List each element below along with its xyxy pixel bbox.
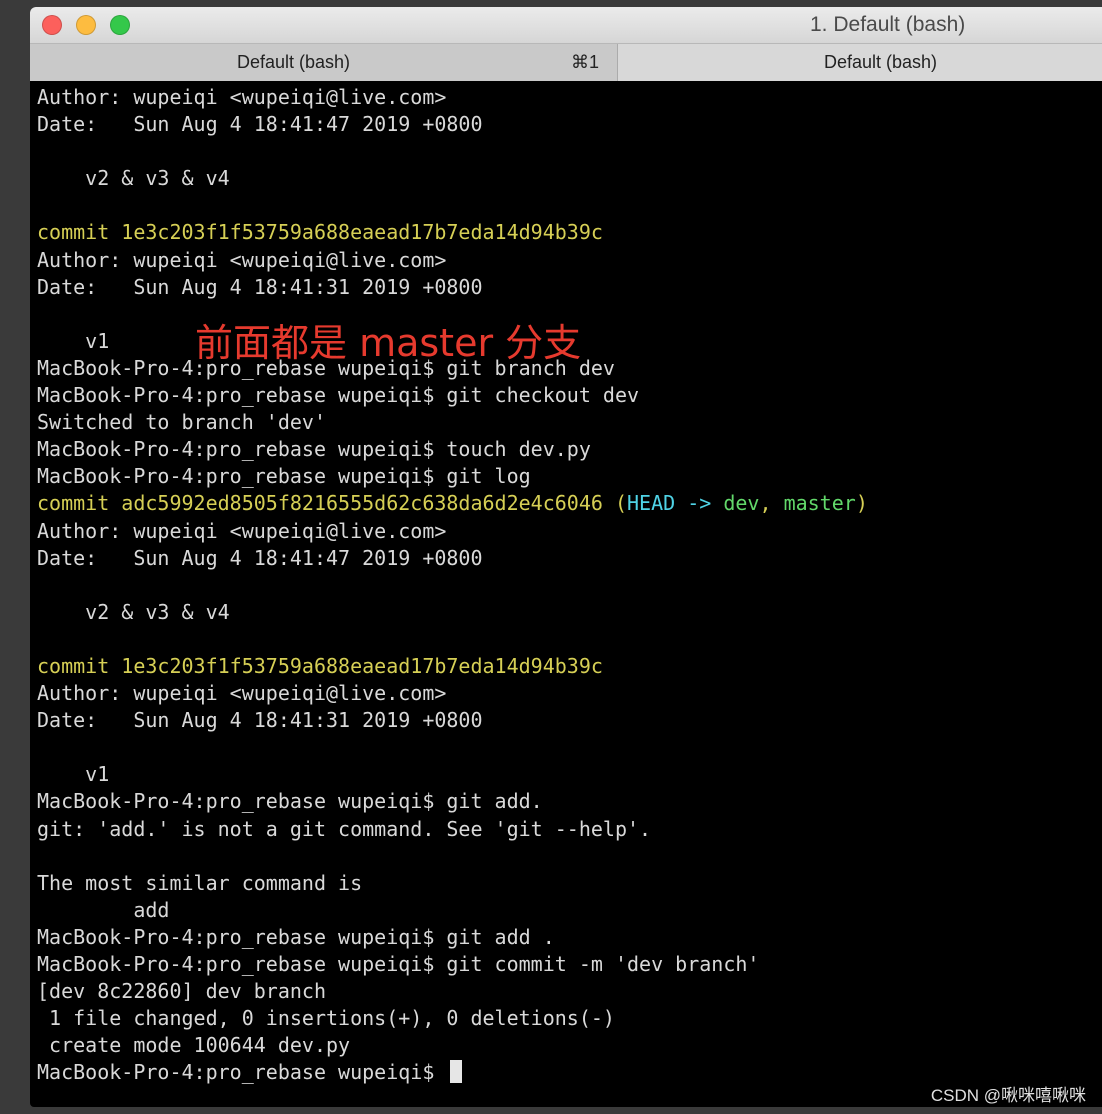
terminal-line: MacBook-Pro-4:pro_rebase wupeiqi$ git co…: [37, 951, 1097, 978]
terminal-line-text: v1: [37, 762, 110, 787]
terminal-line-text: Author: wupeiqi <wupeiqi@live.com>: [37, 681, 447, 706]
terminal-line: Author: wupeiqi <wupeiqi@live.com>: [37, 247, 1097, 274]
terminal-line-text: The most similar command is: [37, 870, 363, 895]
terminal-line: v1: [37, 761, 1097, 788]
terminal-line-text: commit 1e3c203f1f53759a688eaead17b7eda14…: [37, 220, 603, 245]
terminal-line-text: MacBook-Pro-4:pro_rebase wupeiqi$ git lo…: [37, 464, 531, 489]
terminal-line: MacBook-Pro-4:pro_rebase wupeiqi$ touch …: [37, 436, 1097, 463]
zoom-button[interactable]: [110, 15, 130, 35]
terminal-line-text: v2 & v3 & v4: [37, 166, 230, 191]
ref-decoration: ,: [759, 491, 784, 516]
ref-decoration: HEAD ->: [627, 491, 724, 516]
tab-bar: Default (bash) ⌘1 Default (bash): [30, 43, 1102, 81]
tab-label: Default (bash): [237, 52, 351, 72]
terminal-line-text: Date: Sun Aug 4 18:41:47 2019 +0800: [37, 545, 483, 570]
tab-default-bash-2[interactable]: Default (bash): [618, 44, 1102, 81]
close-button[interactable]: [42, 15, 62, 35]
terminal-line: MacBook-Pro-4:pro_rebase wupeiqi$ git ch…: [37, 382, 1097, 409]
terminal-line: v2 & v3 & v4: [37, 599, 1097, 626]
terminal-line-text: Date: Sun Aug 4 18:41:31 2019 +0800: [37, 274, 483, 299]
terminal-line: git: 'add.' is not a git command. See 'g…: [37, 816, 1097, 843]
terminal-line-text: commit 1e3c203f1f53759a688eaead17b7eda14…: [37, 653, 603, 678]
terminal-line-text: [dev 8c22860] dev branch: [37, 979, 326, 1004]
terminal-line: add: [37, 897, 1097, 924]
terminal-line-text: create mode 100644 dev.py: [37, 1033, 351, 1058]
terminal-line-text: Author: wupeiqi <wupeiqi@live.com>: [37, 85, 447, 109]
ref-decoration: ): [855, 491, 868, 516]
terminal-line-text: Author: wupeiqi <wupeiqi@live.com>: [37, 518, 447, 543]
terminal-line-text: Author: wupeiqi <wupeiqi@live.com>: [37, 247, 447, 272]
title-bar: 1. Default (bash): [30, 7, 1102, 43]
terminal-line: MacBook-Pro-4:pro_rebase wupeiqi$ git ad…: [37, 788, 1097, 815]
terminal-output[interactable]: Author: wupeiqi <wupeiqi@live.com> Date: …: [37, 84, 1097, 1086]
terminal-line-text: Date: Sun Aug 4 18:41:47 2019 +0800: [37, 112, 483, 137]
terminal-line: commit adc5992ed8505f8216555d62c638da6d2…: [37, 490, 1097, 517]
terminal-line-text: v1: [37, 328, 110, 353]
terminal-line: commit 1e3c203f1f53759a688eaead17b7eda14…: [37, 219, 1097, 246]
terminal-line: The most similar command is: [37, 870, 1097, 897]
terminal-line-text: Date: Sun Aug 4 18:41:31 2019 +0800: [37, 708, 483, 733]
terminal-line: Author: wupeiqi <wupeiqi@live.com>: [37, 680, 1097, 707]
terminal-line-text: 1 file changed, 0 insertions(+), 0 delet…: [37, 1006, 615, 1031]
annotation-text: 前面都是 master 分支: [195, 321, 582, 365]
terminal-line: [dev 8c22860] dev branch: [37, 978, 1097, 1005]
watermark: CSDN @啾咪嘻啾咪: [930, 1086, 1086, 1105]
ref-decoration: master: [783, 491, 856, 516]
terminal-line: Switched to branch 'dev': [37, 409, 1097, 436]
terminal-line-text: MacBook-Pro-4:pro_rebase wupeiqi$ git ch…: [37, 383, 640, 408]
terminal-window: 1. Default (bash) Default (bash) ⌘1 Defa…: [30, 7, 1102, 1107]
terminal-line: Date: Sun Aug 4 18:41:47 2019 +0800: [37, 111, 1097, 138]
terminal-line: Date: Sun Aug 4 18:41:31 2019 +0800: [37, 274, 1097, 301]
terminal-line: Author: wupeiqi <wupeiqi@live.com>: [37, 84, 1097, 111]
terminal-line: 1 file changed, 0 insertions(+), 0 delet…: [37, 1005, 1097, 1032]
terminal-line-text: MacBook-Pro-4:pro_rebase wupeiqi$ git ad…: [37, 924, 555, 949]
terminal-line: v2 & v3 & v4: [37, 165, 1097, 192]
tab-label: Default (bash): [824, 52, 938, 72]
terminal-line-text: MacBook-Pro-4:pro_rebase wupeiqi$: [37, 1060, 447, 1085]
terminal-line-text: git: 'add.' is not a git command. See 'g…: [37, 816, 652, 841]
terminal-line: Author: wupeiqi <wupeiqi@live.com>: [37, 518, 1097, 545]
window-title: 1. Default (bash): [810, 13, 966, 36]
terminal-line: Date: Sun Aug 4 18:41:31 2019 +0800: [37, 707, 1097, 734]
terminal-line-text: MacBook-Pro-4:pro_rebase wupeiqi$ git co…: [37, 952, 760, 976]
terminal-line: MacBook-Pro-4:pro_rebase wupeiqi$ git ad…: [37, 924, 1097, 951]
terminal-line: MacBook-Pro-4:pro_rebase wupeiqi$ git lo…: [37, 463, 1097, 490]
tab-shortcut: ⌘1: [571, 52, 600, 72]
terminal-line-text: Switched to branch 'dev': [37, 410, 326, 435]
terminal-line-text: MacBook-Pro-4:pro_rebase wupeiqi$ touch …: [37, 437, 591, 462]
terminal-line-text: add: [37, 897, 170, 922]
ref-decoration: (: [614, 491, 628, 516]
terminal-line: Date: Sun Aug 4 18:41:47 2019 +0800: [37, 545, 1097, 572]
minimize-button[interactable]: [76, 15, 96, 35]
terminal-line-text: v2 & v3 & v4: [37, 599, 230, 624]
terminal-line-text: MacBook-Pro-4:pro_rebase wupeiqi$ git ad…: [37, 789, 543, 814]
ref-decoration: dev: [723, 491, 760, 516]
terminal-line: create mode 100644 dev.py: [37, 1032, 1097, 1059]
tab-default-bash-1[interactable]: Default (bash) ⌘1: [30, 44, 618, 81]
terminal-line: commit 1e3c203f1f53759a688eaead17b7eda14…: [37, 653, 1097, 680]
terminal-line-text: commit adc5992ed8505f8216555d62c638da6d2…: [37, 491, 615, 516]
text-cursor: [450, 1060, 463, 1084]
